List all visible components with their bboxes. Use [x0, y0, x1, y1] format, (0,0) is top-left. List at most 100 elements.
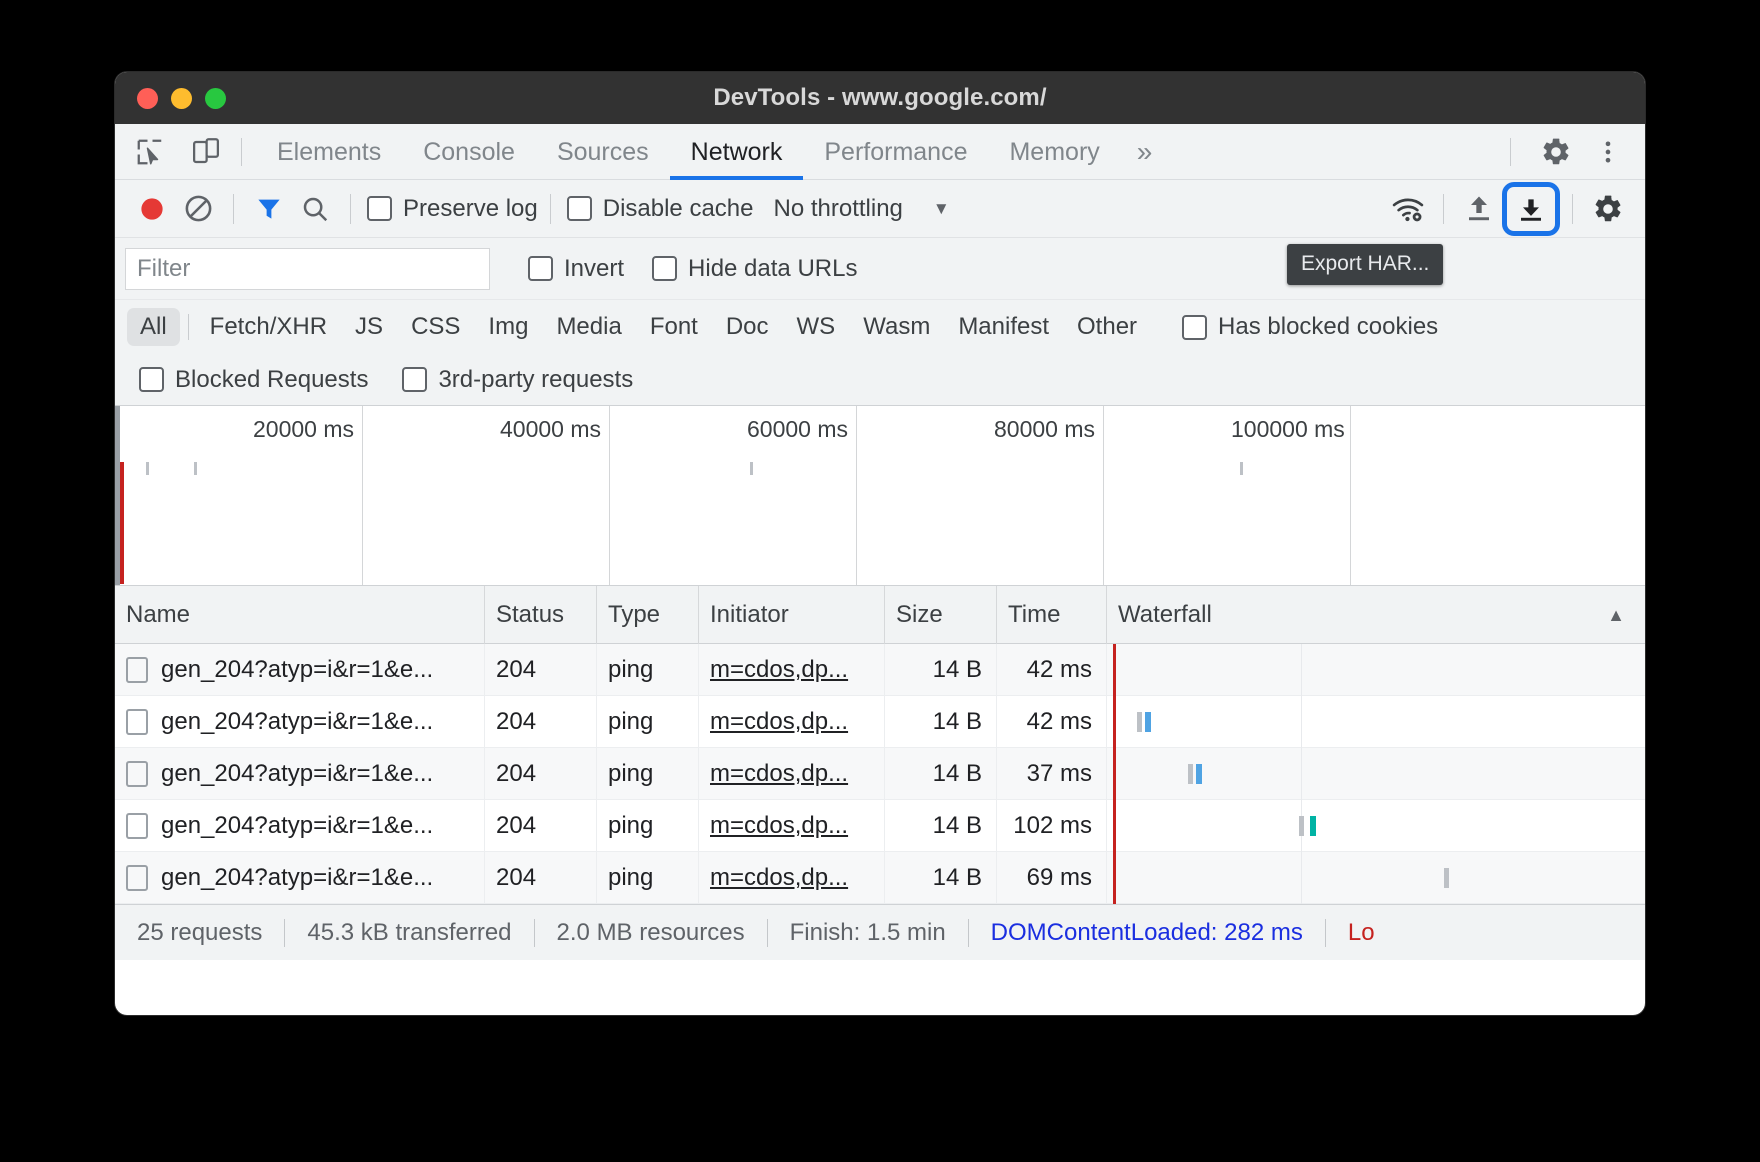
- tab-performance[interactable]: Performance: [803, 124, 988, 180]
- cell-name[interactable]: gen_204?atyp=i&r=1&e...: [115, 695, 485, 748]
- table-row[interactable]: gen_204?atyp=i&r=1&e... 204 ping m=cdos,…: [115, 799, 1645, 852]
- row-checkbox[interactable]: [126, 760, 148, 787]
- column-header-size[interactable]: Size: [885, 585, 997, 644]
- record-circle-icon[interactable]: [129, 188, 175, 230]
- third-party-requests-checkbox-box[interactable]: [402, 367, 428, 392]
- column-header-waterfall[interactable]: Waterfall ▲: [1107, 586, 1645, 644]
- cell-initiator[interactable]: m=cdos,dp...: [699, 851, 885, 904]
- cursor-select-icon[interactable]: [129, 133, 171, 171]
- overview-tick-label-5: 100000 ms: [1231, 416, 1345, 442]
- type-filter-img[interactable]: Img: [475, 308, 541, 346]
- type-filter-media[interactable]: Media: [543, 308, 634, 346]
- cell-type: ping: [597, 851, 699, 904]
- type-filter-js[interactable]: JS: [342, 308, 396, 346]
- cell-initiator-link[interactable]: m=cdos,dp...: [710, 864, 848, 891]
- cell-initiator-link[interactable]: m=cdos,dp...: [710, 708, 848, 735]
- cell-initiator[interactable]: m=cdos,dp...: [699, 799, 885, 852]
- cell-status: 204: [485, 851, 597, 904]
- tab-elements[interactable]: Elements: [256, 124, 402, 180]
- cell-status: 204: [485, 644, 597, 696]
- filter-funnel-icon[interactable]: [246, 188, 292, 230]
- type-filter-font[interactable]: Font: [637, 308, 711, 346]
- invert-checkbox-box[interactable]: [528, 256, 553, 281]
- more-tabs-icon[interactable]: »: [1121, 124, 1169, 180]
- gear-icon[interactable]: [1535, 132, 1577, 172]
- device-toolbar-icon[interactable]: [185, 133, 227, 171]
- invert-checkbox[interactable]: Invert: [528, 255, 624, 283]
- column-header-status[interactable]: Status: [485, 585, 597, 644]
- cell-waterfall: [1107, 644, 1645, 696]
- third-party-requests-checkbox[interactable]: 3rd-party requests: [402, 366, 633, 394]
- preserve-log-checkbox[interactable]: Preserve log: [367, 195, 538, 223]
- hide-data-urls-label: Hide data URLs: [688, 254, 858, 282]
- column-header-name[interactable]: Name: [115, 585, 485, 644]
- devtools-tabbar: Elements Console Sources Network Perform…: [115, 124, 1645, 180]
- search-icon[interactable]: [292, 188, 338, 230]
- cell-initiator-link[interactable]: m=cdos,dp...: [710, 656, 848, 683]
- tab-sources[interactable]: Sources: [536, 124, 670, 180]
- overview-request-tick: [750, 462, 753, 475]
- filter-input[interactable]: Filter: [125, 247, 490, 290]
- blocked-requests-checkbox-box[interactable]: [139, 367, 164, 392]
- type-filter-css[interactable]: CSS: [398, 308, 473, 346]
- overview-body[interactable]: 20000 ms 40000 ms 60000 ms 80000 ms 1000…: [120, 406, 1645, 585]
- type-filter-doc[interactable]: Doc: [713, 308, 782, 346]
- cell-initiator[interactable]: m=cdos,dp...: [699, 747, 885, 800]
- table-row[interactable]: gen_204?atyp=i&r=1&e... 204 ping m=cdos,…: [115, 747, 1645, 800]
- hide-data-urls-checkbox[interactable]: Hide data URLs: [652, 255, 857, 283]
- cell-name[interactable]: gen_204?atyp=i&r=1&e...: [115, 851, 485, 904]
- cell-size: 14 B: [885, 799, 997, 852]
- toolbar-divider-4: [1443, 193, 1444, 224]
- cell-time: 42 ms: [997, 644, 1107, 696]
- table-row[interactable]: gen_204?atyp=i&r=1&e... 204 ping m=cdos,…: [115, 851, 1645, 904]
- preserve-log-checkbox-box[interactable]: [367, 196, 392, 221]
- cell-initiator[interactable]: m=cdos,dp...: [699, 695, 885, 748]
- table-row[interactable]: gen_204?atyp=i&r=1&e... 204 ping m=cdos,…: [115, 644, 1645, 696]
- overview-request-tick: [194, 462, 197, 475]
- cell-status: 204: [485, 695, 597, 748]
- network-overview-timeline[interactable]: 20000 ms 40000 ms 60000 ms 80000 ms 1000…: [115, 406, 1645, 586]
- hide-data-urls-checkbox-box[interactable]: [652, 256, 678, 281]
- network-conditions-wifi-icon[interactable]: [1385, 188, 1431, 230]
- kebab-menu-icon[interactable]: [1587, 132, 1629, 172]
- cell-name[interactable]: gen_204?atyp=i&r=1&e...: [115, 644, 485, 696]
- cell-initiator-link[interactable]: m=cdos,dp...: [710, 812, 848, 839]
- type-filter-fetch-xhr[interactable]: Fetch/XHR: [197, 308, 340, 346]
- column-header-initiator[interactable]: Initiator: [699, 585, 885, 644]
- cell-initiator-link[interactable]: m=cdos,dp...: [710, 760, 848, 787]
- disable-cache-checkbox-box[interactable]: [566, 196, 592, 221]
- has-blocked-cookies-checkbox[interactable]: Has blocked cookies: [1182, 313, 1438, 341]
- type-filter-manifest[interactable]: Manifest: [945, 308, 1062, 346]
- type-filter-all[interactable]: All: [127, 308, 180, 346]
- status-divider: [766, 918, 768, 947]
- type-filter-divider: [187, 314, 189, 340]
- cell-waterfall: [1107, 799, 1645, 852]
- row-checkbox[interactable]: [126, 708, 148, 735]
- waterfall-dcl-line: [1113, 851, 1116, 904]
- row-checkbox[interactable]: [126, 656, 148, 683]
- clear-no-entry-icon[interactable]: [175, 188, 221, 230]
- tab-memory[interactable]: Memory: [988, 124, 1120, 180]
- type-filter-other[interactable]: Other: [1064, 308, 1150, 346]
- row-checkbox[interactable]: [126, 864, 148, 891]
- network-settings-gear-icon[interactable]: [1585, 188, 1631, 230]
- import-har-upload-icon[interactable]: [1456, 188, 1502, 230]
- cell-status: 204: [485, 799, 597, 852]
- table-row[interactable]: gen_204?atyp=i&r=1&e... 204 ping m=cdos,…: [115, 695, 1645, 748]
- row-checkbox[interactable]: [126, 812, 148, 839]
- type-filter-ws[interactable]: WS: [784, 308, 849, 346]
- chevron-down-icon[interactable]: ▼: [933, 199, 950, 219]
- cell-name[interactable]: gen_204?atyp=i&r=1&e...: [115, 799, 485, 852]
- cell-name[interactable]: gen_204?atyp=i&r=1&e...: [115, 747, 485, 800]
- has-blocked-cookies-checkbox-box[interactable]: [1182, 314, 1208, 340]
- throttling-select-value[interactable]: No throttling: [773, 195, 902, 223]
- column-header-type[interactable]: Type: [597, 585, 699, 644]
- blocked-requests-checkbox[interactable]: Blocked Requests: [139, 366, 368, 394]
- tab-network[interactable]: Network: [669, 124, 804, 180]
- cell-initiator[interactable]: m=cdos,dp...: [699, 644, 885, 696]
- disable-cache-checkbox[interactable]: Disable cache: [566, 195, 753, 223]
- export-har-download-icon[interactable]: [1508, 188, 1554, 230]
- column-header-time[interactable]: Time: [997, 585, 1107, 644]
- type-filter-wasm[interactable]: Wasm: [850, 308, 943, 346]
- tab-console[interactable]: Console: [402, 124, 536, 180]
